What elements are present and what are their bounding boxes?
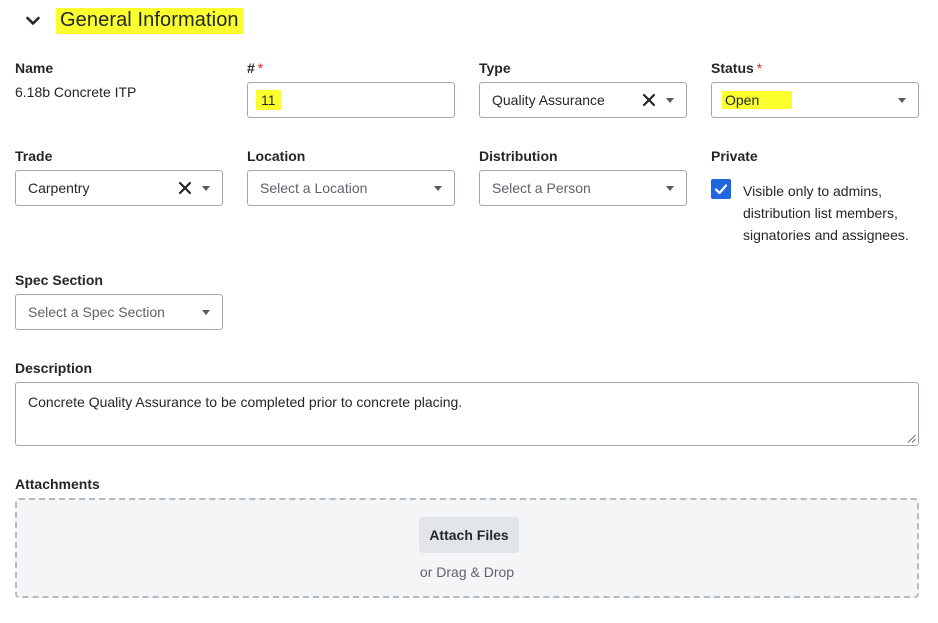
private-description: Visible only to admins, distribution lis… — [743, 183, 909, 243]
location-select[interactable]: Select a Location — [247, 170, 455, 206]
spec-section-placeholder: Select a Spec Section — [28, 304, 165, 320]
required-mark: * — [257, 60, 264, 76]
name-value: 6.18b Concrete ITP — [15, 84, 137, 100]
location-label: Location — [247, 148, 306, 164]
status-label: Status * — [711, 60, 762, 76]
private-label: Private — [711, 148, 758, 164]
section-title: General Information — [56, 8, 243, 34]
resize-handle-icon[interactable] — [907, 434, 916, 443]
spec-section-select[interactable]: Select a Spec Section — [15, 294, 223, 330]
attach-files-button[interactable]: Attach Files — [419, 517, 519, 553]
trade-label: Trade — [15, 148, 53, 164]
location-placeholder: Select a Location — [260, 180, 368, 196]
trade-value: Carpentry — [28, 180, 90, 196]
attachments-dropzone[interactable]: Attach Files or Drag & Drop — [15, 498, 919, 598]
description-value: Concrete Quality Assurance to be complet… — [28, 394, 463, 410]
status-label-text: Status — [711, 60, 754, 76]
chevron-down-icon[interactable] — [22, 10, 44, 32]
spec-section-label: Spec Section — [15, 272, 103, 288]
distribution-select[interactable]: Select a Person — [479, 170, 687, 206]
close-icon[interactable] — [178, 181, 192, 195]
required-mark: * — [756, 60, 763, 76]
distribution-label: Distribution — [479, 148, 558, 164]
caret-down-icon — [898, 98, 906, 103]
caret-down-icon — [202, 186, 210, 191]
drag-drop-hint: or Drag & Drop — [419, 564, 515, 580]
number-value: 11 — [256, 90, 281, 110]
status-select[interactable]: Open — [711, 82, 919, 118]
description-textarea[interactable]: Concrete Quality Assurance to be complet… — [15, 382, 919, 446]
caret-down-icon — [666, 98, 674, 103]
caret-down-icon — [434, 186, 442, 191]
type-value: Quality Assurance — [492, 92, 605, 108]
distribution-placeholder: Select a Person — [492, 180, 591, 196]
attachments-label: Attachments — [15, 476, 100, 492]
private-checkbox[interactable] — [711, 179, 731, 199]
close-icon[interactable] — [642, 93, 656, 107]
status-value: Open — [722, 91, 793, 109]
caret-down-icon — [666, 186, 674, 191]
type-select[interactable]: Quality Assurance — [479, 82, 687, 118]
type-label: Type — [479, 60, 511, 76]
name-label: Name — [15, 60, 54, 76]
description-label: Description — [15, 360, 93, 376]
trade-select[interactable]: Carpentry — [15, 170, 223, 206]
number-label-text: # — [247, 60, 255, 76]
number-input[interactable]: 11 — [247, 82, 455, 118]
number-label: # * — [247, 60, 263, 76]
section-header-general-information[interactable]: General Information — [22, 6, 243, 36]
caret-down-icon — [202, 310, 210, 315]
check-icon — [714, 184, 728, 195]
